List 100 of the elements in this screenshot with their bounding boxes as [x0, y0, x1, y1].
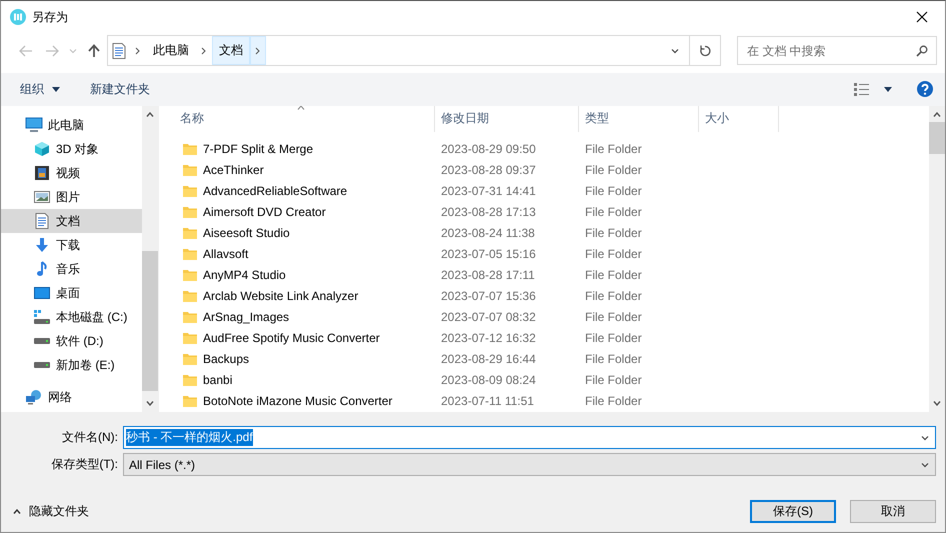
filename-field[interactable]: 秒书 - 不一样的烟火.pdf — [123, 426, 936, 450]
field-label: 保存类型(T): — [50, 456, 119, 474]
scrollbar[interactable] — [929, 106, 945, 412]
organize-menu-button[interactable]: 组织 — [11, 76, 69, 102]
nav-item[interactable]: 视频 — [1, 161, 142, 186]
app-logo-icon — [10, 9, 26, 25]
file-row[interactable]: AdvancedReliableSoftware 2023-07-31 14:41 File Folder — [174, 180, 929, 202]
column-header[interactable]: 修改日期 — [435, 106, 579, 132]
file-row[interactable]: Allavsoft 2023-07-05 15:16 File Folder — [174, 243, 929, 264]
file-name: AdvancedReliableSoftware — [203, 184, 348, 198]
scroll-up-icon — [146, 112, 154, 118]
folder-icon — [183, 394, 197, 407]
new-folder-button[interactable]: 新建文件夹 — [81, 76, 159, 102]
file-row[interactable]: Aiseesoft Studio 2023-08-24 11:38 File Folder — [174, 222, 929, 244]
search-field[interactable]: 在 文档 中搜索 — [737, 36, 937, 66]
file-row[interactable]: 7-PDF Split & Merge 2023-08-29 09:50 File Folder — [174, 138, 929, 160]
nav-item[interactable]: 音乐 — [1, 257, 142, 282]
nav-item[interactable]: 桌面 — [1, 281, 142, 306]
breadcrumb[interactable]: 文档 — [212, 36, 250, 66]
file-row[interactable]: Aimersoft DVD Creator 2023-08-28 17:13 File Folder — [174, 201, 929, 222]
folder-icon — [183, 332, 197, 344]
hide-folders-button[interactable]: 隐藏文件夹 — [13, 502, 89, 520]
sort-ascending-icon — [297, 106, 305, 110]
scrollbar-thumb[interactable] — [929, 122, 945, 154]
nav-item[interactable]: 此电脑 — [1, 113, 142, 138]
drive-icon — [33, 336, 51, 346]
scroll-down-icon — [933, 401, 941, 406]
file-name: 7-PDF Split & Merge — [203, 142, 314, 156]
type-cell-text: File Folder — [584, 162, 643, 177]
save-button[interactable]: 保存(S) — [750, 500, 836, 523]
scroll-down-icon — [146, 401, 154, 406]
drive-icon — [33, 360, 51, 370]
type-cell-text: File Folder — [584, 394, 643, 408]
file-row[interactable]: Arclab Website Link Analyzer 2023-07-07 15:36 File Folder — [174, 285, 929, 306]
nav-item[interactable]: 网络 — [1, 385, 142, 410]
folder-icon — [183, 226, 197, 239]
file-row[interactable]: Backups 2023-08-29 16:44 File Folder — [174, 348, 929, 370]
type-cell-text: File Folder — [584, 142, 643, 156]
scrollbar-thumb[interactable] — [142, 251, 158, 392]
type-cell-text: File Folder — [584, 246, 643, 261]
caret-icon — [884, 86, 892, 92]
drive-icon — [33, 309, 51, 326]
date-cell-text: 2023-08-24 11:38 — [440, 226, 536, 240]
folder-icon — [183, 206, 197, 218]
breadcrumb[interactable]: 此电脑 — [146, 36, 196, 66]
chevron-up-icon — [13, 508, 21, 514]
date-cell-text: 2023-07-12 16:32 — [440, 330, 537, 345]
cancel-button[interactable]: 取消 — [850, 500, 936, 523]
file-name: Aiseesoft Studio — [203, 226, 290, 240]
file-row[interactable]: AceThinker 2023-08-28 09:37 File Folder — [174, 159, 929, 180]
file-row[interactable]: BotoNote iMazone Music Converter 2023-07-11 11:51 File Folder — [174, 390, 929, 412]
nav-item[interactable]: 图片 — [1, 185, 142, 210]
desktop-icon — [34, 286, 50, 300]
column-header[interactable]: 大小 — [699, 106, 779, 132]
file-name: Aimersoft DVD Creator — [203, 204, 326, 219]
file-name: ArSnag_Images — [203, 310, 290, 324]
folder-icon — [183, 184, 197, 197]
file-row[interactable]: banbi 2023-08-09 08:24 File Folder — [174, 369, 929, 390]
network-icon — [25, 389, 43, 406]
file-row[interactable]: ArSnag_Images 2023-07-07 08:32 File Folder — [174, 306, 929, 328]
type-cell-text: File Folder — [584, 288, 643, 303]
type-cell-text: File Folder — [584, 226, 643, 240]
folder-icon — [183, 352, 197, 365]
scrollbar[interactable] — [142, 106, 158, 412]
details-view-icon — [854, 82, 870, 96]
type-cell-text: File Folder — [584, 204, 643, 219]
nav-item[interactable]: 本地磁盘 (C:) — [1, 305, 142, 330]
date-cell-text: 2023-07-07 15:36 — [440, 288, 537, 303]
folder-icon — [183, 248, 197, 260]
chevron-down-icon — [921, 434, 929, 442]
music-note-icon — [35, 261, 49, 278]
chevron-right-icon — [135, 46, 141, 55]
caret-icon — [69, 48, 77, 54]
type-cell-text: File Folder — [584, 372, 643, 387]
file-name: BotoNote iMazone Music Converter — [203, 394, 392, 408]
help-icon — [917, 81, 933, 98]
nav-item[interactable]: 新加卷 (E:) — [1, 353, 142, 378]
address-bar[interactable]: 此电脑 文档 — [107, 35, 721, 66]
file-row[interactable]: AnyMP4 Studio 2023-08-28 17:11 File Folder — [174, 264, 929, 286]
column-header[interactable]: 类型 — [579, 106, 699, 132]
column-header[interactable]: 名称 — [174, 106, 435, 132]
nav-item[interactable]: 3D 对象 — [1, 137, 142, 162]
back-arrow-icon — [19, 44, 33, 57]
down-arrow-icon — [34, 237, 50, 254]
file-type-dropdown[interactable]: All Files (*.*) — [123, 453, 936, 476]
computer-icon — [25, 117, 43, 134]
date-cell-text: 2023-07-05 15:16 — [440, 246, 537, 261]
folder-icon — [183, 374, 197, 386]
nav-item[interactable]: 下载 — [1, 233, 142, 258]
date-cell-text: 2023-08-09 08:24 — [440, 372, 537, 387]
folder-icon — [183, 164, 197, 176]
field-label: 文件名(N): — [61, 429, 119, 446]
date-cell-text: 2023-07-31 14:41 — [440, 184, 537, 198]
date-cell-text: 2023-08-28 17:13 — [440, 204, 537, 219]
file-row[interactable]: AudFree Spotify Music Converter 2023-07-12 16:32 File Folder — [174, 327, 929, 348]
file-name: AudFree Spotify Music Converter — [203, 330, 380, 345]
nav-item[interactable]: 文档 — [1, 209, 142, 234]
type-cell-text: File Folder — [584, 352, 643, 366]
caret-icon — [52, 86, 60, 92]
nav-item[interactable]: 软件 (D:) — [1, 329, 142, 354]
